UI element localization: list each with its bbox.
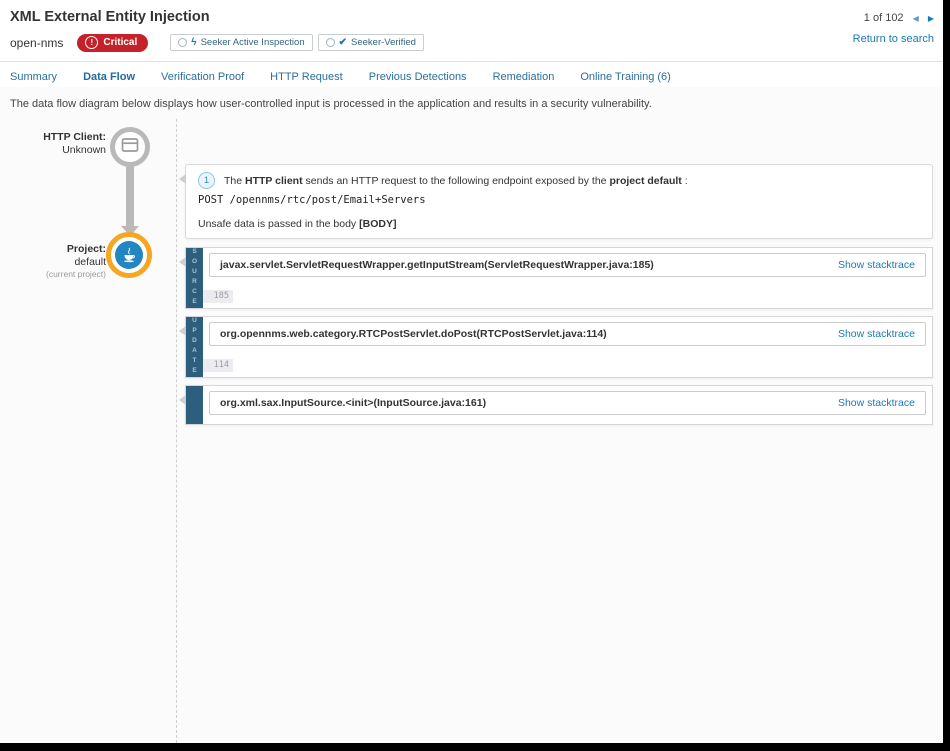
node-connector [126, 165, 134, 229]
step-pointer-icon [179, 395, 186, 405]
status-badge-label: Seeker-Verified [351, 37, 416, 48]
java-icon [115, 241, 143, 269]
code-block-1: SOURCE javax.servlet.ServletRequestWrappe… [185, 247, 933, 309]
project-sub-label: (current project) [0, 268, 106, 281]
text-segment: [BODY] [359, 218, 396, 230]
flow-tag-bar: UPDATE [186, 317, 203, 377]
next-result-arrow-icon[interactable]: ▶ [928, 14, 934, 23]
data-flow-step-1: 1 The HTTP client sends an HTTP request … [185, 164, 933, 239]
line-number-gutter: 114 [203, 359, 233, 372]
header-right: 1 of 102 ◀ ▶ Return to search [853, 12, 934, 47]
data-flow-description: The data flow diagram below displays how… [0, 87, 943, 114]
flow-dashed-line [176, 119, 177, 743]
step-pointer-icon [179, 326, 186, 336]
code-block-3: org.xml.sax.InputSource.<init>(InputSour… [185, 385, 933, 425]
status-badge-label: Seeker Active Inspection [201, 37, 305, 48]
code-location-header: org.opennms.web.category.RTCPostServlet.… [209, 322, 926, 346]
text-segment: Unsafe data is passed in the body [198, 218, 359, 230]
browser-window-icon [120, 135, 140, 160]
project-node[interactable] [106, 232, 152, 278]
code-location-header: org.xml.sax.InputSource.<init>(InputSour… [209, 391, 926, 415]
show-stacktrace-link[interactable]: Show stacktrace [838, 397, 915, 409]
code-blocks: SOURCE javax.servlet.ServletRequestWrappe… [185, 247, 933, 425]
code-body: package javax.servlet;...class ServletRe… [203, 282, 932, 307]
data-flow-steps: 1 The HTTP client sends an HTTP request … [185, 164, 933, 432]
pagination: 1 of 102 ◀ ▶ [853, 12, 934, 24]
step-number-badge: 1 [198, 172, 215, 189]
vulnerability-header: XML External Entity Injection open-nms !… [0, 0, 950, 62]
lightning-icon: ϟ [191, 38, 196, 48]
line-number-gutter: 185 [203, 290, 233, 303]
check-icon: ✔ [339, 38, 347, 48]
step-1-body-text: Unsafe data is passed in the body [BODY] [198, 218, 920, 230]
project-value: default [0, 256, 106, 269]
project-label: Project: default (current project) [0, 243, 106, 281]
text-segment: The [224, 175, 245, 187]
circle-icon [178, 38, 187, 47]
text-segment: project default [609, 175, 681, 187]
circle-icon [326, 38, 335, 47]
code-location-title: javax.servlet.ServletRequestWrapper.getI… [220, 259, 654, 271]
http-request-endpoint: POST /opennms/rtc/post/Email+Servers [198, 194, 920, 206]
http-client-value: Unknown [0, 144, 106, 157]
step-pointer-icon [179, 257, 186, 267]
project-name: open-nms [10, 36, 63, 50]
code-body: package org.opennms.web.category;...clas… [203, 351, 932, 376]
flow-tag-label: SOURCE [191, 248, 198, 308]
text-segment: HTTP client [245, 175, 303, 187]
code-block-2: UPDATE org.opennms.web.category.RTCPostSe… [185, 316, 933, 378]
http-client-node[interactable] [110, 127, 150, 167]
flow-tag-label: UPDATE [191, 317, 198, 377]
flow-tag-bar: SOURCE [186, 248, 203, 308]
page-title: XML External Entity Injection [10, 9, 938, 25]
screenshot-edge-bottom [0, 743, 950, 751]
screenshot-edge-right [943, 0, 950, 751]
code-body: package org.xml.sax;...class InputSource… [203, 420, 932, 424]
show-stacktrace-link[interactable]: Show stacktrace [838, 259, 915, 271]
step-pointer-icon [179, 174, 186, 184]
severity-label: Critical [103, 37, 137, 48]
step-1-text: 1 The HTTP client sends an HTTP request … [198, 172, 920, 189]
code-location-title: org.xml.sax.InputSource.<init>(InputSour… [220, 397, 486, 409]
show-stacktrace-link[interactable]: Show stacktrace [838, 328, 915, 340]
status-badge-check[interactable]: ✔ Seeker-Verified [318, 34, 424, 51]
text-segment: sends an HTTP request to the following e… [303, 175, 610, 187]
pagination-label: 1 of 102 [864, 12, 904, 24]
code-location-header: javax.servlet.ServletRequestWrapper.getI… [209, 253, 926, 277]
text-segment: : [682, 175, 688, 187]
exclamation-icon: ! [85, 36, 98, 49]
code-location-title: org.opennms.web.category.RTCPostServlet.… [220, 328, 607, 340]
http-client-label: HTTP Client: Unknown [0, 131, 106, 156]
severity-badge: ! Critical [77, 34, 148, 52]
status-badges: ϟ Seeker Active Inspection ✔ Seeker-Verifie… [170, 34, 429, 52]
prev-result-arrow-icon[interactable]: ◀ [913, 14, 919, 23]
return-to-search-link[interactable]: Return to search [853, 33, 934, 45]
status-badge-lightning[interactable]: ϟ Seeker Active Inspection [170, 34, 312, 51]
code-line: 114 java.io.InputStreamReader.<init>(); … [203, 359, 932, 372]
flow-tag-bar [186, 386, 203, 424]
meta-row: open-nms ! Critical ϟ Seeker Active Inspe… [10, 34, 938, 52]
data-flow-panel: The data flow diagram below displays how… [0, 87, 943, 743]
code-line: 185 org.eclipse.jetty.server.Request.get… [203, 290, 932, 303]
